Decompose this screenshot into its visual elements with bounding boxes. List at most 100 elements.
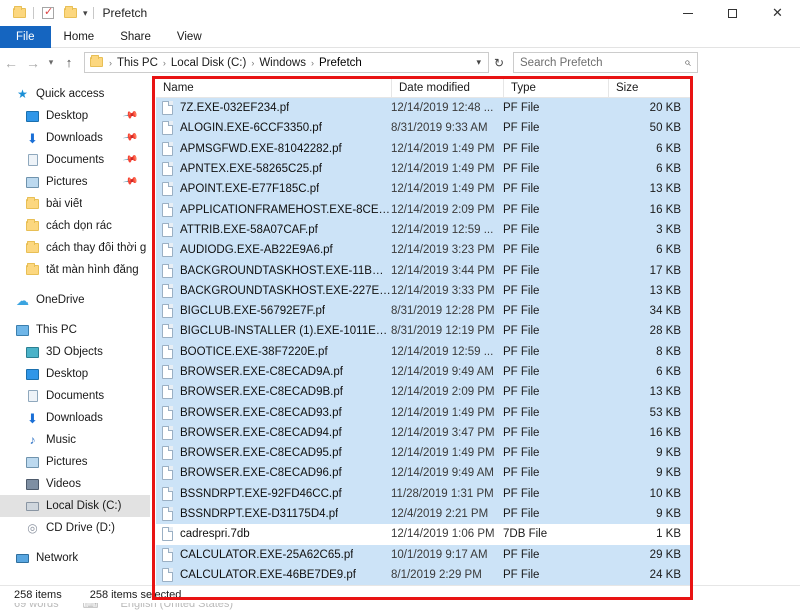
file-list-pane[interactable]: Name Date modified Type Size 7Z.EXE-032E… [156,77,690,585]
pin-icon[interactable]: 📌 [122,107,139,123]
navigation-pane[interactable]: ★Quick accessDesktop📌⬇Downloads📌Document… [0,77,150,585]
file-name-cell[interactable]: BROWSER.EXE-C8ECAD9B.pf [156,382,391,402]
sidebar-item-desktop[interactable]: Desktop📌 [0,105,150,127]
table-row[interactable]: cadrespri.7db12/14/2019 1:06 PM7DB File1… [156,524,690,544]
table-row[interactable]: BOOTICE.EXE-38F7220E.pf12/14/2019 12:59 … [156,342,690,362]
tab-share[interactable]: Share [107,26,164,48]
table-row[interactable]: BROWSER.EXE-C8ECAD94.pf12/14/2019 3:47 P… [156,423,690,443]
file-name-cell[interactable]: BSSNDRPT.EXE-D31175D4.pf [156,504,391,524]
table-row[interactable]: CALCULATOR.EXE-25A62C65.pf10/1/2019 9:17… [156,545,690,565]
column-header-name[interactable]: Name [156,77,391,98]
sidebar-item-quick-access[interactable]: ★Quick access [0,83,150,105]
file-name-cell[interactable]: APMSGFWD.EXE-81042282.pf [156,139,391,159]
pin-icon[interactable]: 📌 [122,173,139,189]
table-row[interactable]: ALOGIN.EXE-6CCF3350.pf8/31/2019 9:33 AMP… [156,118,690,138]
tab-home[interactable]: Home [51,26,108,48]
table-row[interactable]: BROWSER.EXE-C8ECAD9B.pf12/14/2019 2:09 P… [156,382,690,402]
sidebar-item-network[interactable]: Network [0,547,150,569]
column-header-type[interactable]: Type [503,77,608,98]
file-name-cell[interactable]: ALOGIN.EXE-6CCF3350.pf [156,118,391,138]
tab-file[interactable]: File [0,26,51,48]
sidebar-item-cd-drive-d[interactable]: ◎CD Drive (D:) [0,517,150,539]
column-header-date-modified[interactable]: Date modified [391,77,503,98]
file-name-cell[interactable]: BROWSER.EXE-C8ECAD93.pf [156,402,391,422]
table-row[interactable]: BROWSER.EXE-C8ECAD9A.pf12/14/2019 9:49 A… [156,362,690,382]
sidebar-item-downloads[interactable]: ⬇Downloads [0,407,150,429]
breadcrumb[interactable]: › This PC › Local Disk (C:) › Windows › … [84,52,489,73]
sidebar-item-desktop[interactable]: Desktop [0,363,150,385]
file-name-cell[interactable]: BACKGROUNDTASKHOST.EXE-227E7019.pf [156,281,391,301]
file-name-cell[interactable]: BIGCLUB-INSTALLER (1).EXE-1011E6DA.pf [156,321,391,341]
up-arrow-icon[interactable]: ↑ [58,51,80,75]
sidebar-item-pictures[interactable]: Pictures [0,451,150,473]
table-row[interactable]: BSSNDRPT.EXE-92FD46CC.pf11/28/2019 1:31 … [156,484,690,504]
file-name-cell[interactable]: APPLICATIONFRAMEHOST.EXE-8CE9A1E... [156,199,391,219]
file-name-cell[interactable]: BROWSER.EXE-C8ECAD96.pf [156,463,391,483]
pin-icon[interactable]: 📌 [122,151,139,167]
sidebar-item-music[interactable]: ♪Music [0,429,150,451]
search-input[interactable]: Search Prefetch ⌕ [513,52,698,73]
table-row[interactable]: BIGCLUB.EXE-56792E7F.pf8/31/2019 12:28 P… [156,301,690,321]
file-name-cell[interactable]: BROWSER.EXE-C8ECAD94.pf [156,423,391,443]
table-row[interactable]: AUDIODG.EXE-AB22E9A6.pf12/14/2019 3:23 P… [156,240,690,260]
table-row[interactable]: BACKGROUNDTASKHOST.EXE-11BC8A7A...12/14/… [156,260,690,280]
new-folder-icon[interactable] [59,2,81,24]
breadcrumb-this-pc[interactable]: This PC [115,57,160,69]
sidebar-item-b-i-vi-t[interactable]: bài viết [0,193,150,215]
maximize-icon[interactable] [710,0,755,26]
table-row[interactable]: APMSGFWD.EXE-81042282.pf12/14/2019 1:49 … [156,139,690,159]
table-row[interactable]: BROWSER.EXE-C8ECAD96.pf12/14/2019 9:49 A… [156,463,690,483]
file-name-cell[interactable]: BROWSER.EXE-C8ECAD95.pf [156,443,391,463]
file-name-cell[interactable]: ATTRIB.EXE-58A07CAF.pf [156,220,391,240]
table-row[interactable]: BROWSER.EXE-C8ECAD93.pf12/14/2019 1:49 P… [156,402,690,422]
properties-check-icon[interactable] [37,2,59,24]
file-name-cell[interactable]: BACKGROUNDTASKHOST.EXE-11BC8A7A... [156,260,391,280]
search-icon[interactable]: ⌕ [684,55,691,70]
pin-icon[interactable]: 📌 [122,129,139,145]
file-name-cell[interactable]: BIGCLUB.EXE-56792E7F.pf [156,301,391,321]
table-row[interactable]: APOINT.EXE-E77F185C.pf12/14/2019 1:49 PM… [156,179,690,199]
table-row[interactable]: CALCULATOR.EXE-46BE7DE9.pf8/1/2019 2:29 … [156,565,690,585]
sidebar-item-3d-objects[interactable]: 3D Objects [0,341,150,363]
chevron-down-icon[interactable]: ▾ [476,57,486,68]
folder-icon[interactable] [8,2,30,24]
file-name-cell[interactable]: BSSNDRPT.EXE-92FD46CC.pf [156,484,391,504]
table-row[interactable]: APNTEX.EXE-58265C25.pf12/14/2019 1:49 PM… [156,159,690,179]
table-row[interactable]: BACKGROUNDTASKHOST.EXE-227E7019.pf12/14/… [156,281,690,301]
minimize-icon[interactable] [665,0,710,26]
file-name-cell[interactable]: APOINT.EXE-E77F185C.pf [156,179,391,199]
table-row[interactable]: BIGCLUB-INSTALLER (1).EXE-1011E6DA.pf8/3… [156,321,690,341]
sidebar-item-pictures[interactable]: Pictures📌 [0,171,150,193]
table-row[interactable]: 7Z.EXE-032EF234.pf12/14/2019 12:48 ...PF… [156,98,690,118]
breadcrumb-local-disk[interactable]: Local Disk (C:) [169,57,248,69]
sidebar-item-downloads[interactable]: ⬇Downloads📌 [0,127,150,149]
table-row[interactable]: APPLICATIONFRAMEHOST.EXE-8CE9A1E...12/14… [156,199,690,219]
sidebar-item-documents[interactable]: Documents📌 [0,149,150,171]
file-name-cell[interactable]: BOOTICE.EXE-38F7220E.pf [156,342,391,362]
breadcrumb-prefetch[interactable]: Prefetch [317,57,364,69]
sidebar-item-c-ch-thay-i-th-i-g[interactable]: cách thay đổi thời g [0,237,150,259]
file-name-cell[interactable]: APNTEX.EXE-58265C25.pf [156,159,391,179]
column-header-size[interactable]: Size [608,77,690,98]
customize-dropdown-icon[interactable]: ▾ [81,2,90,24]
forward-arrow-icon[interactable]: → [22,51,44,75]
file-name-cell[interactable]: CALCULATOR.EXE-25A62C65.pf [156,545,391,565]
breadcrumb-windows[interactable]: Windows [257,57,308,69]
file-name-cell[interactable]: AUDIODG.EXE-AB22E9A6.pf [156,240,391,260]
file-name-cell[interactable]: 7Z.EXE-032EF234.pf [156,98,391,118]
sidebar-item-t-t-m-n-h-nh-ng[interactable]: tắt màn hình đăng [0,259,150,281]
back-arrow-icon[interactable]: ← [0,51,22,75]
table-row[interactable]: BSSNDRPT.EXE-D31175D4.pf12/4/2019 2:21 P… [156,504,690,524]
close-icon[interactable]: ✕ [755,0,800,26]
sidebar-item-onedrive[interactable]: ☁OneDrive [0,289,150,311]
sidebar-item-videos[interactable]: Videos [0,473,150,495]
table-row[interactable]: ATTRIB.EXE-58A07CAF.pf12/14/2019 12:59 .… [156,220,690,240]
recent-locations-icon[interactable]: ▾ [44,51,58,75]
file-name-cell[interactable]: BROWSER.EXE-C8ECAD9A.pf [156,362,391,382]
sidebar-item-documents[interactable]: Documents [0,385,150,407]
file-name-cell[interactable]: CALCULATOR.EXE-46BE7DE9.pf [156,565,391,585]
tab-view[interactable]: View [164,26,215,48]
table-row[interactable]: BROWSER.EXE-C8ECAD95.pf12/14/2019 1:49 P… [156,443,690,463]
sidebar-item-c-ch-d-n-r-c[interactable]: cách dọn rác [0,215,150,237]
file-name-cell[interactable]: cadrespri.7db [156,524,391,544]
